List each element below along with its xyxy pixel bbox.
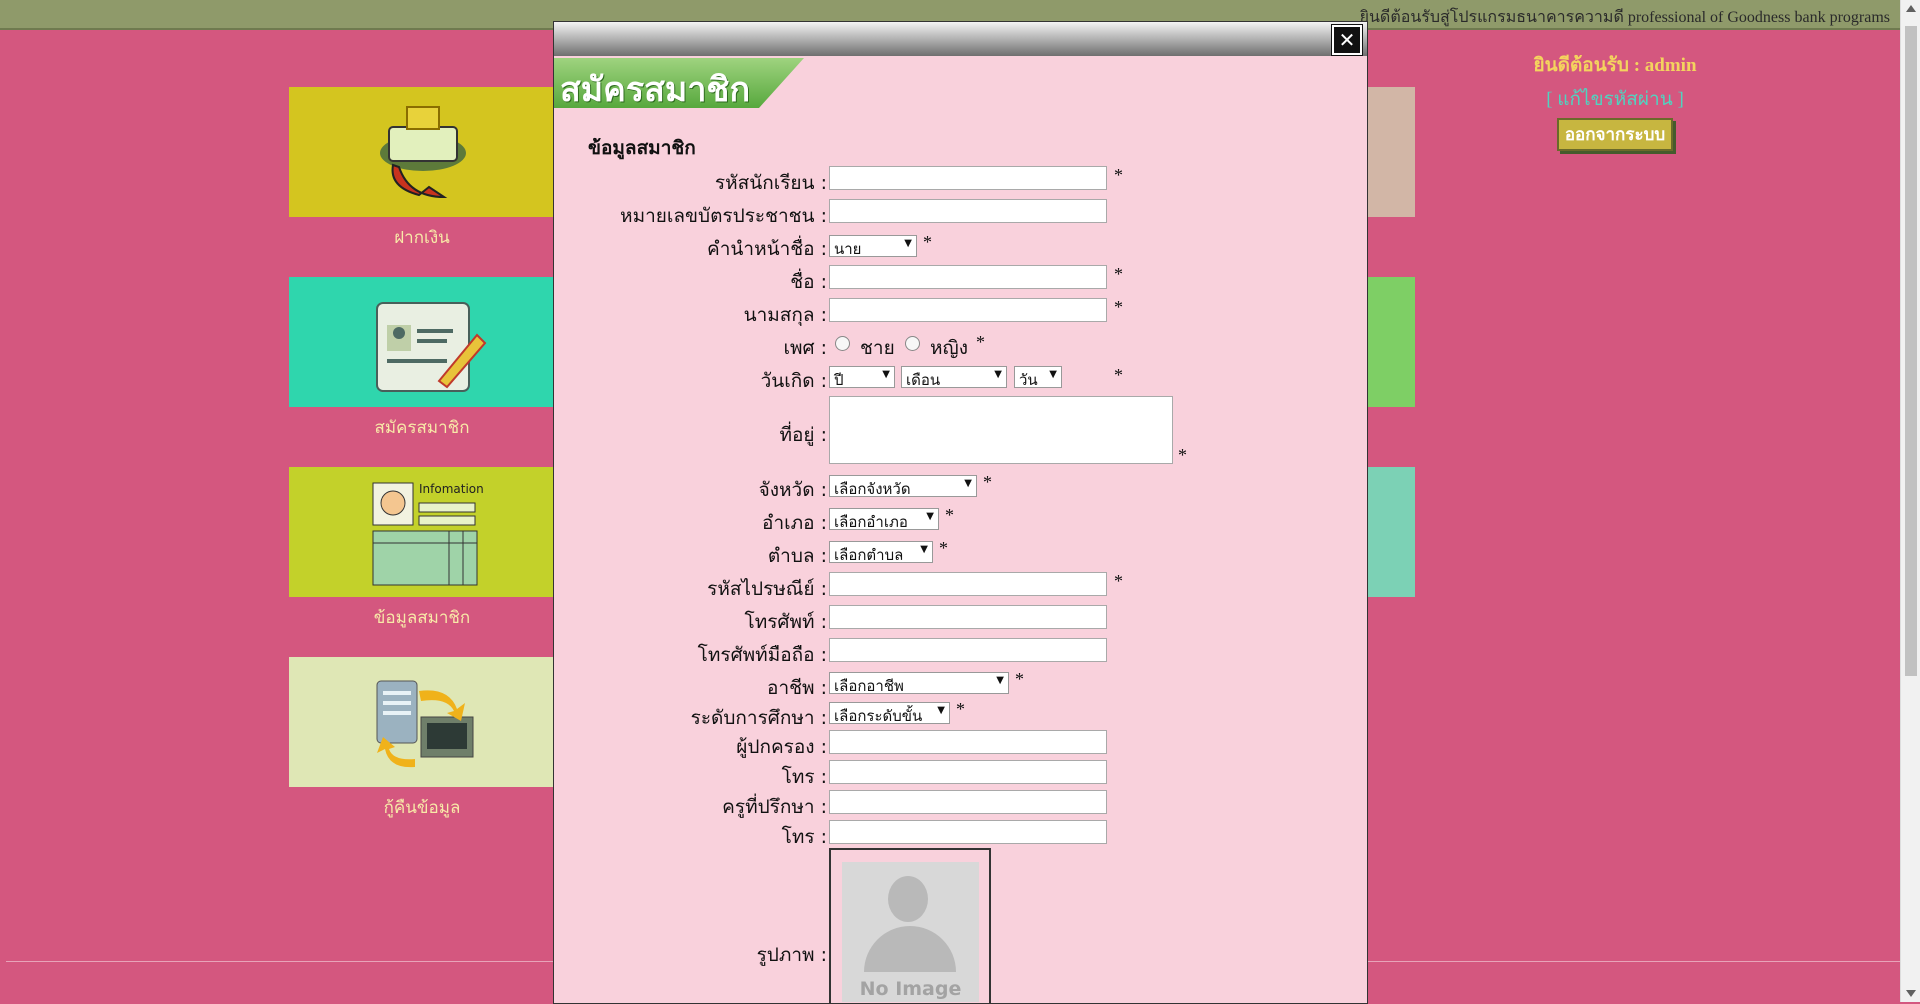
welcome-banner: ยินดีต้อนรับสู่โปรแกรมธนาคารความดี profe…	[1359, 9, 1890, 26]
change-password-link[interactable]: [ แก้ไขรหัสผ่าน ]	[1500, 84, 1730, 114]
occupation-select[interactable]: เลือกอาชีพ	[829, 672, 1009, 695]
birth-month-select[interactable]: เดือน	[901, 366, 1007, 389]
last-name-input[interactable]	[829, 298, 1107, 322]
citizen-id-input[interactable]	[829, 199, 1107, 223]
required-mark: *	[976, 332, 985, 352]
menu-tile-right-3[interactable]	[1367, 467, 1415, 597]
required-mark: *	[945, 505, 954, 525]
province-select[interactable]: เลือกจังหวัด	[829, 475, 977, 498]
menu-label-deposit[interactable]: ฝากเงิน	[289, 224, 555, 251]
no-image-text: No Image	[859, 978, 962, 1000]
logout-button[interactable]: ออกจากระบบ	[1556, 118, 1674, 151]
label-postcode: รหัสไปรษณีย์ :	[707, 578, 827, 600]
postcode-input[interactable]	[829, 572, 1107, 596]
address-textarea[interactable]	[829, 396, 1173, 464]
subdistrict-select[interactable]: เลือกตำบล	[829, 541, 933, 564]
label-birthdate: วันเกิด :	[760, 370, 827, 392]
label-guardian: ผู้ปกครอง :	[736, 736, 827, 758]
student-id-input[interactable]	[829, 166, 1107, 190]
label-photo: รูปภาพ :	[756, 944, 827, 966]
modal-title: สมัครสมาชิก	[560, 70, 751, 110]
mobile-input[interactable]	[829, 638, 1107, 662]
prefix-select[interactable]: นาย	[829, 235, 917, 258]
advisor-input[interactable]	[829, 790, 1107, 814]
guardian-input[interactable]	[829, 730, 1107, 754]
label-guardian-phone: โทร :	[781, 766, 827, 788]
required-mark: *	[1114, 365, 1123, 385]
required-mark: *	[1114, 571, 1123, 591]
menu-tile-register[interactable]	[289, 277, 555, 407]
district-select[interactable]: เลือกอำเภอ	[829, 508, 939, 531]
menu-tile-restore[interactable]	[289, 657, 555, 787]
menu-tile-deposit[interactable]	[289, 87, 555, 217]
advisor-phone-input[interactable]	[829, 820, 1107, 844]
required-mark: *	[1178, 445, 1187, 465]
menu-tile-member-info[interactable]: Infomation	[289, 467, 555, 597]
label-gender: เพศ :	[783, 337, 827, 359]
scroll-thumb[interactable]	[1905, 26, 1917, 676]
person-head-icon	[888, 876, 928, 922]
menu-label-restore[interactable]: กู้คืนข้อมูล	[289, 794, 555, 821]
gender-female-label[interactable]: หญิง	[930, 333, 968, 363]
no-image-placeholder: No Image	[842, 862, 979, 1002]
gender-male-radio[interactable]	[835, 336, 850, 351]
required-mark: *	[1015, 669, 1024, 689]
label-subdistrict: ตำบล :	[767, 545, 827, 567]
first-name-input[interactable]	[829, 265, 1107, 289]
required-mark: *	[923, 232, 932, 252]
label-phone: โทรศัพท์ :	[744, 611, 828, 633]
required-mark: *	[1114, 165, 1123, 185]
required-mark: *	[956, 699, 965, 719]
modal-header-bar	[554, 22, 1367, 56]
scroll-down-arrow-icon[interactable]	[1906, 990, 1916, 997]
page-scrollbar[interactable]	[1900, 0, 1920, 1002]
label-address: ที่อยู่ :	[779, 424, 827, 446]
education-select[interactable]: เลือกระดับขั้น	[829, 702, 950, 725]
register-member-modal: ✕ สมัครสมาชิก ข้อมูลสมาชิก รหัสนักเรียน …	[553, 21, 1368, 1004]
menu-label-member-info[interactable]: ข้อมูลสมาชิก	[289, 604, 555, 631]
gender-male-label[interactable]: ชาย	[860, 333, 895, 363]
required-mark: *	[983, 472, 992, 492]
label-mobile: โทรศัพท์มือถือ :	[697, 644, 827, 666]
phone-input[interactable]	[829, 605, 1107, 629]
section-title: ข้อมูลสมาชิก	[588, 137, 696, 159]
person-body-icon	[864, 926, 956, 972]
label-advisor: ครูที่ปรึกษา :	[722, 796, 827, 818]
label-student-id: รหัสนักเรียน :	[714, 172, 827, 194]
label-last-name: นามสกุล :	[743, 304, 827, 326]
required-mark: *	[1114, 297, 1123, 317]
data-restore-icon	[376, 680, 474, 768]
birth-day-select[interactable]: วัน	[1014, 366, 1062, 389]
gender-female-radio[interactable]	[905, 336, 920, 351]
label-prefix: คำนำหน้าชื่อ :	[707, 238, 827, 260]
close-icon[interactable]: ✕	[1332, 25, 1362, 55]
user-panel: ยินดีต้อนรับ : admin [ แก้ไขรหัสผ่าน ] อ…	[1500, 50, 1730, 151]
label-advisor-phone: โทร :	[781, 826, 827, 848]
menu-label-register[interactable]: สมัครสมาชิก	[289, 414, 555, 441]
menu-tile-right-1[interactable]	[1367, 87, 1415, 217]
modal-title-ribbon: สมัครสมาชิก	[554, 58, 804, 108]
member-info-icon: Infomation	[372, 482, 484, 586]
member-register-icon	[376, 302, 487, 392]
scroll-up-arrow-icon[interactable]	[1906, 5, 1916, 12]
label-citizen-id: หมายเลขบัตรประชาชน :	[620, 205, 827, 227]
label-education: ระดับการศึกษา :	[690, 707, 827, 729]
label-occupation: อาชีพ :	[767, 677, 827, 699]
user-greeting: ยินดีต้อนรับ : admin	[1533, 55, 1697, 76]
label-first-name: ชื่อ :	[790, 271, 827, 293]
label-district: อำเภอ :	[762, 512, 827, 534]
photo-upload[interactable]: No Image	[829, 848, 991, 1003]
birth-year-select[interactable]: ปี	[829, 366, 895, 389]
label-province: จังหวัด :	[758, 479, 827, 501]
svg-text:Infomation: Infomation	[419, 482, 484, 496]
required-mark: *	[939, 538, 948, 558]
menu-tile-right-2[interactable]	[1367, 277, 1415, 407]
money-deposit-icon	[380, 106, 466, 199]
required-mark: *	[1114, 264, 1123, 284]
guardian-phone-input[interactable]	[829, 760, 1107, 784]
